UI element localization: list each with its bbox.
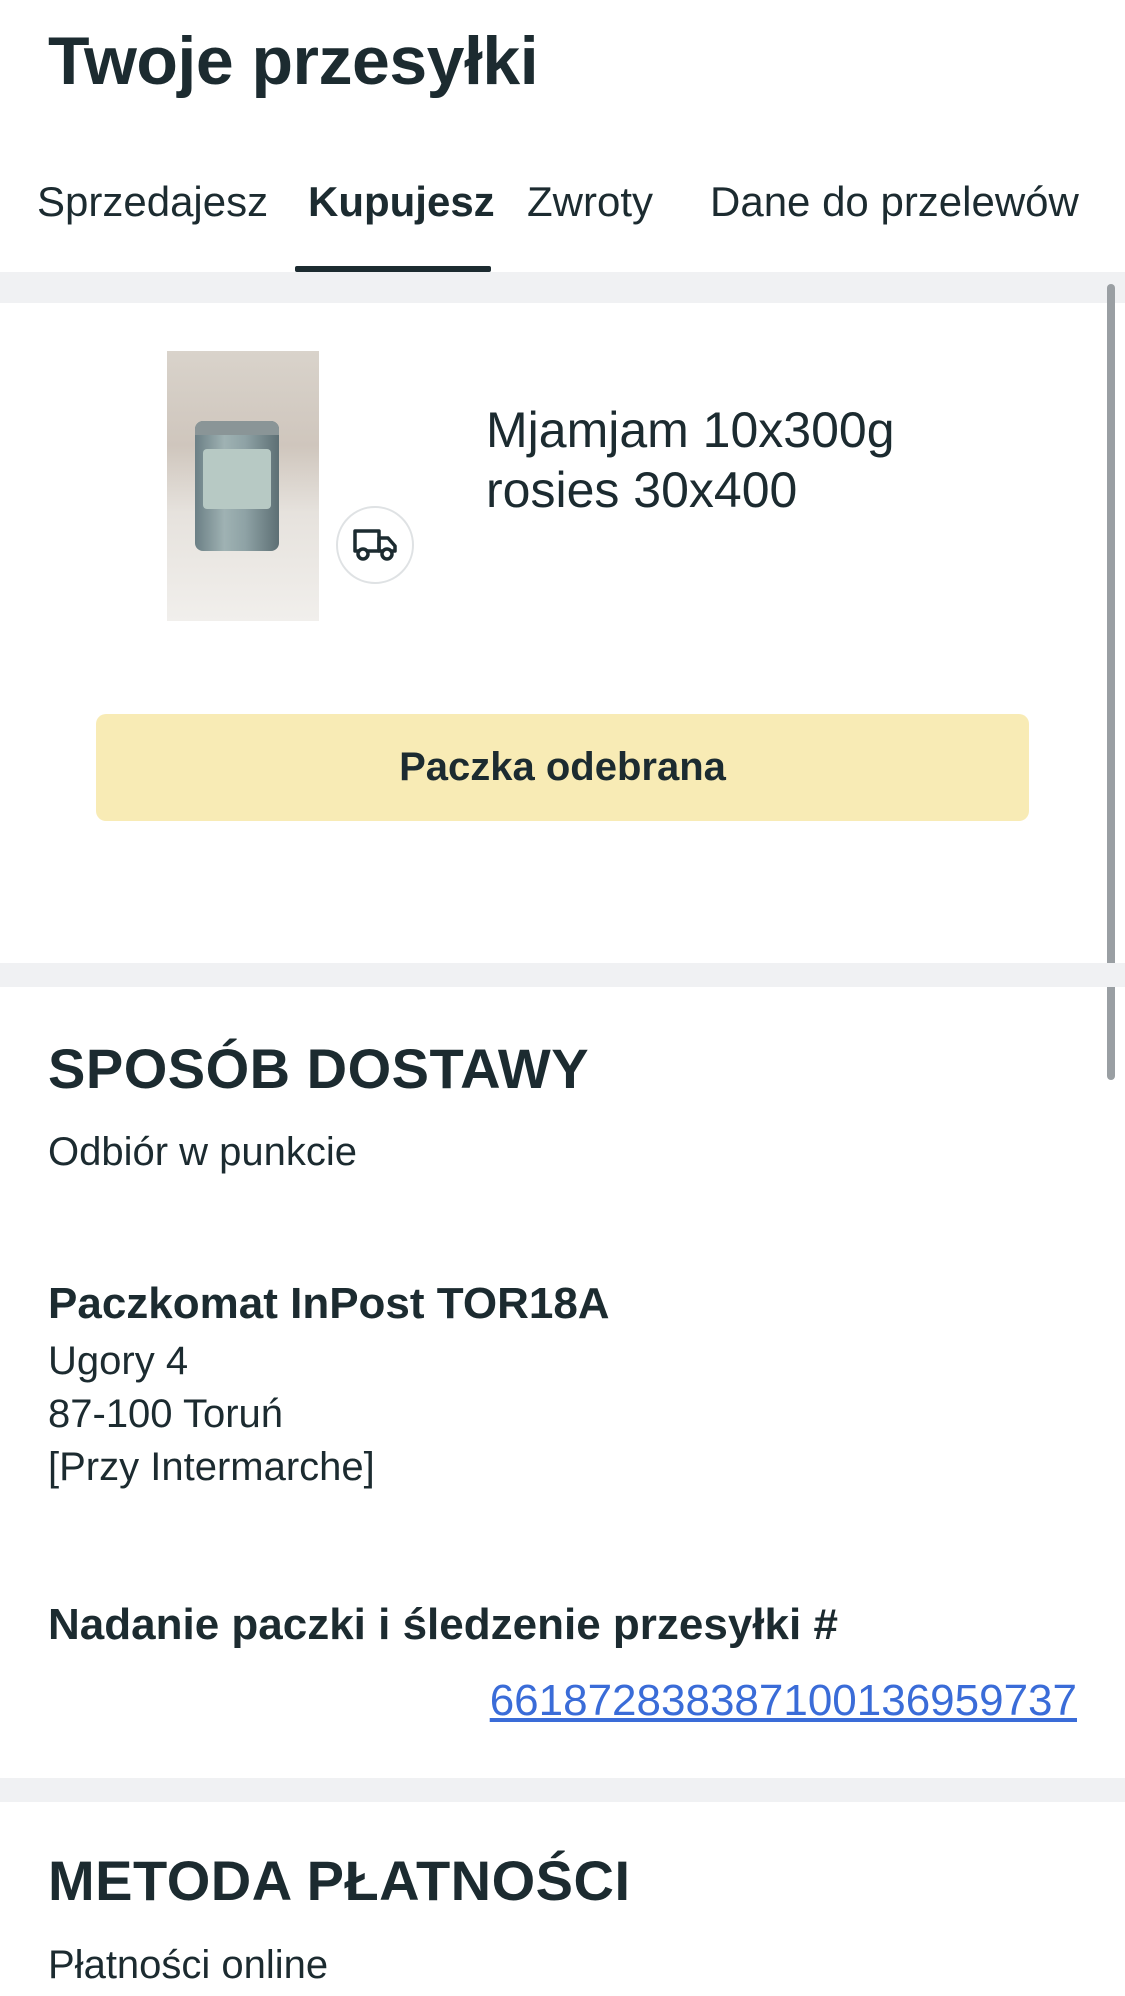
section-divider bbox=[0, 963, 1125, 987]
tab-kupujesz[interactable]: Kupujesz bbox=[308, 178, 495, 226]
truck-icon bbox=[336, 506, 414, 584]
address-city: 87-100 Toruń bbox=[48, 1392, 283, 1436]
address-street: Ugory 4 bbox=[48, 1339, 189, 1383]
product-image[interactable] bbox=[167, 351, 319, 621]
tab-bar: Sprzedajesz Kupujesz Zwroty Dane do prze… bbox=[0, 160, 1125, 272]
tracking-number-link[interactable]: 661872838387100136959737 bbox=[490, 1676, 1077, 1726]
pickup-point-name: Paczkomat InPost TOR18A bbox=[48, 1279, 610, 1328]
address-note: [Przy Intermarche] bbox=[48, 1445, 375, 1489]
delivery-heading: SPOSÓB DOSTAWY bbox=[48, 1037, 590, 1100]
section-divider bbox=[0, 1778, 1125, 1802]
payment-heading: METODA PŁATNOŚCI bbox=[48, 1849, 631, 1912]
tracking-label: Nadanie paczki i śledzenie przesyłki # bbox=[48, 1600, 838, 1649]
scrollbar[interactable] bbox=[1107, 284, 1115, 1080]
product-name[interactable]: Mjamjam 10x300g rosies 30x400 bbox=[486, 400, 895, 520]
page-title: Twoje przesyłki bbox=[48, 23, 539, 99]
payment-method: Płatności online bbox=[48, 1943, 329, 1987]
tab-sprzedajesz[interactable]: Sprzedajesz bbox=[37, 178, 268, 226]
section-divider bbox=[0, 272, 1125, 303]
tab-zwroty[interactable]: Zwroty bbox=[527, 178, 653, 226]
tab-dane-do-przelewow[interactable]: Dane do przelewów bbox=[710, 178, 1079, 226]
status-button[interactable]: Paczka odebrana bbox=[96, 714, 1029, 821]
delivery-method: Odbiór w punkcie bbox=[48, 1130, 358, 1174]
can-illustration bbox=[195, 421, 279, 551]
